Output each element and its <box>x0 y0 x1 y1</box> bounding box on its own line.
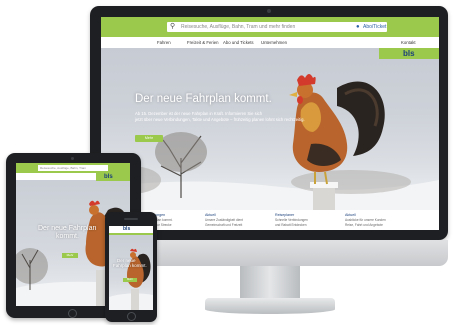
teaser-text: Schnelle Verbindungen <box>275 218 308 222</box>
bls-logo[interactable]: bls <box>403 48 415 59</box>
teaser-text: Reise, Fahrt und Angebote <box>345 223 383 227</box>
hero-banner <box>101 48 439 210</box>
desktop-screen: ⚲ Reisesuche, Ausflüge, Bahn, Tram und m… <box>101 17 439 230</box>
phone-header <box>109 226 153 233</box>
monitor-stand-base <box>205 298 335 314</box>
teaser-text: Gemeinschaft und Freizeit <box>205 223 243 227</box>
hero-headline: Der neue Fahrplan kommt. <box>135 93 272 105</box>
monitor-stand-neck <box>240 266 300 300</box>
phone-screen: bls Der neue Fahrplan kommt. Mehr <box>109 226 153 310</box>
ticket-icon[interactable]: ● <box>356 22 360 32</box>
teaser-heading-4[interactable]: Aktuell <box>345 213 356 217</box>
phone-headline-2: Fahrplan kommt. <box>113 263 147 268</box>
nav-item-unternehmen[interactable]: Unternehmen <box>261 37 287 48</box>
tablet-camera <box>71 157 74 160</box>
teaser-text: Unsere Zuständigkeit dient <box>205 218 243 222</box>
nav-item-abo[interactable]: Abo und Tickets <box>223 37 254 48</box>
search-placeholder: Reisesuche, Ausflüge, Bahn, Tram und meh… <box>181 24 296 30</box>
search-icon[interactable]: ⚲ <box>170 22 175 32</box>
monitor-camera <box>267 9 271 13</box>
tablet-headline-2: kommt. <box>56 233 79 240</box>
teaser-text: und Rabatt Entdecken <box>275 223 307 227</box>
contact-link[interactable]: Kontakt <box>401 37 416 48</box>
nav-item-fahren[interactable]: Fahren <box>157 37 171 48</box>
tablet-home-button[interactable] <box>68 309 77 318</box>
teaser-heading-2[interactable]: Aktuell <box>205 213 216 217</box>
phone-bls-logo[interactable]: bls <box>123 226 130 233</box>
nav-item-freizeit[interactable]: Freizeit & Ferien <box>187 37 219 48</box>
hero-image <box>101 74 439 210</box>
tablet-cta-button[interactable]: Mehr <box>62 253 78 258</box>
phone-home-button[interactable] <box>127 312 136 321</box>
phone-speaker <box>124 218 138 220</box>
hero-subline-1: Ab 15. Dezember ist der neue Fahrplan in… <box>135 111 263 116</box>
hero-subline-2: jetzt über neue Verbindungen, Takte und … <box>135 117 305 122</box>
phone-hero-image <box>109 248 153 310</box>
hero-cta-button[interactable]: Mehr <box>135 135 163 142</box>
ticket-link[interactable]: Abo/Ticket <box>363 22 386 32</box>
teaser-heading-3[interactable]: Reiseplaner <box>275 213 294 217</box>
tablet-headline-1: Der neue Fahrplan <box>38 225 97 232</box>
teaser-text: Ausblicke für unsere Kunden <box>345 218 386 222</box>
tablet-search-placeholder: Reisesuche, Ausflüge, Bahn, Tram <box>40 166 87 170</box>
phone-cta-button[interactable]: Mehr <box>123 278 137 282</box>
